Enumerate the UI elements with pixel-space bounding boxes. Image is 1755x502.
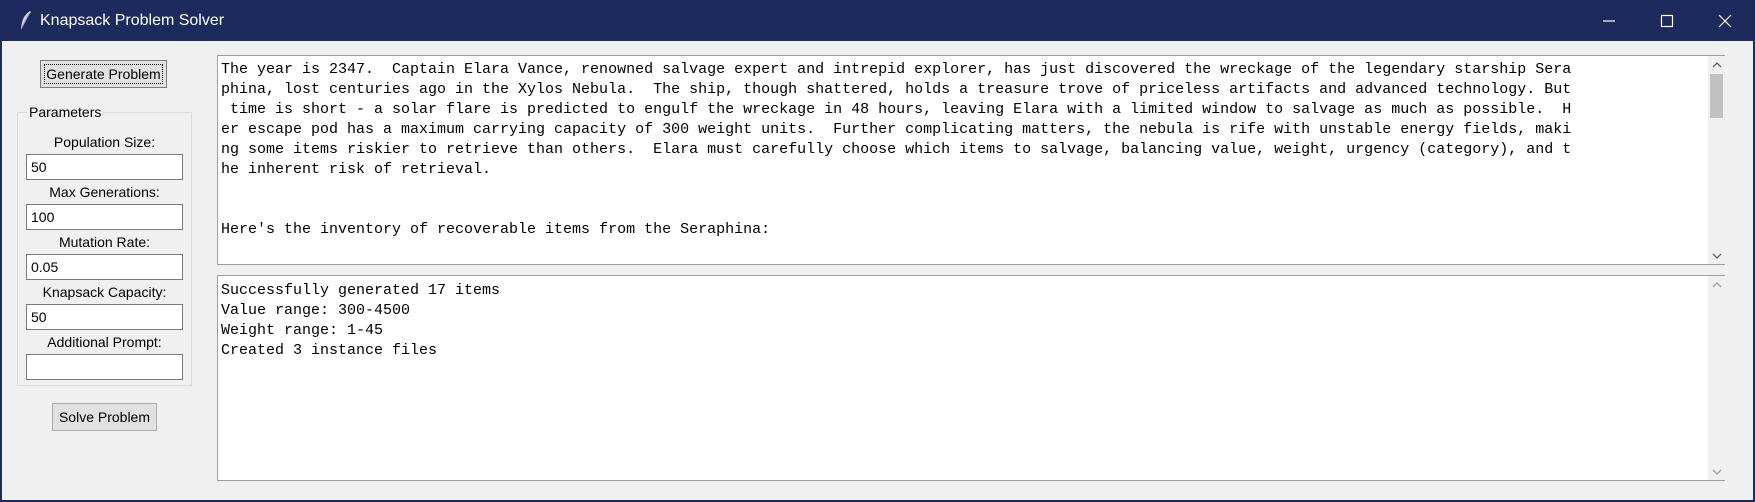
chevron-up-icon (1712, 61, 1721, 67)
max-generations-label: Max Generations: (49, 184, 160, 200)
log-scrollbar[interactable] (1708, 276, 1725, 480)
story-line: er escape pod has a maximum carrying cap… (221, 121, 1572, 138)
story-line (218, 180, 1724, 200)
population-size-label: Population Size: (53, 134, 156, 150)
chevron-down-icon (1712, 253, 1721, 259)
description-scrollbar[interactable] (1708, 56, 1725, 264)
mutation-rate-label: Mutation Rate: (58, 234, 151, 250)
story-line (218, 200, 1724, 220)
scroll-up-arrow[interactable] (1708, 56, 1725, 73)
log-line: Created 3 instance files (221, 342, 438, 359)
scroll-down-arrow[interactable] (1708, 463, 1725, 480)
feather-icon (20, 11, 31, 30)
additional-prompt-input[interactable] (26, 354, 183, 380)
problem-description-text[interactable]: The year is 2347. Captain Elara Vance, r… (217, 55, 1725, 265)
story-line: ng some items riskier to retrieve than o… (221, 141, 1572, 158)
scroll-down-arrow[interactable] (1708, 247, 1725, 264)
chevron-up-icon (1712, 281, 1721, 287)
window-title: Knapsack Problem Solver (40, 12, 225, 29)
knapsack-capacity-label: Knapsack Capacity: (42, 284, 167, 300)
story-line: phina, lost centuries ago in the Xylos N… (221, 81, 1572, 98)
close-button[interactable] (1696, 0, 1754, 41)
output-log-text[interactable]: Successfully generated 17 items Value ra… (217, 275, 1725, 481)
focus-ring (44, 64, 163, 84)
population-size-input[interactable]: 50 (26, 154, 183, 180)
generate-problem-button[interactable]: Generate Problem (40, 60, 167, 88)
mutation-rate-input[interactable]: 0.05 (26, 254, 183, 280)
max-generations-input[interactable]: 100 (26, 204, 183, 230)
app-window: Knapsack Problem Solver Generate Problem… (0, 0, 1755, 502)
parameters-legend: Parameters (27, 104, 104, 120)
solve-problem-label: Solve Problem (58, 409, 151, 425)
close-icon (1718, 14, 1732, 27)
log-line: Successfully generated 17 items (221, 282, 501, 299)
scroll-up-arrow[interactable] (1708, 276, 1725, 293)
log-line: Value range: 300-4500 (221, 302, 411, 319)
log-line: Weight range: 1-45 (221, 322, 384, 339)
solve-problem-button[interactable]: Solve Problem (52, 403, 157, 431)
story-line: he inherent risk of retrieval. (221, 161, 492, 178)
scroll-thumb[interactable] (1710, 74, 1723, 118)
story-line: time is short - a solar flare is predict… (221, 101, 1572, 118)
maximize-button[interactable] (1638, 0, 1696, 41)
minimize-button[interactable] (1580, 0, 1638, 41)
story-line: The year is 2347. Captain Elara Vance, r… (221, 61, 1572, 78)
minimize-icon (1603, 19, 1615, 22)
knapsack-capacity-input[interactable]: 50 (26, 304, 183, 330)
story-line: Here's the inventory of recoverable item… (221, 221, 771, 238)
title-bar[interactable]: Knapsack Problem Solver (2, 0, 1753, 41)
maximize-icon (1660, 14, 1674, 27)
chevron-down-icon (1712, 469, 1721, 475)
additional-prompt-label: Additional Prompt: (47, 334, 162, 350)
